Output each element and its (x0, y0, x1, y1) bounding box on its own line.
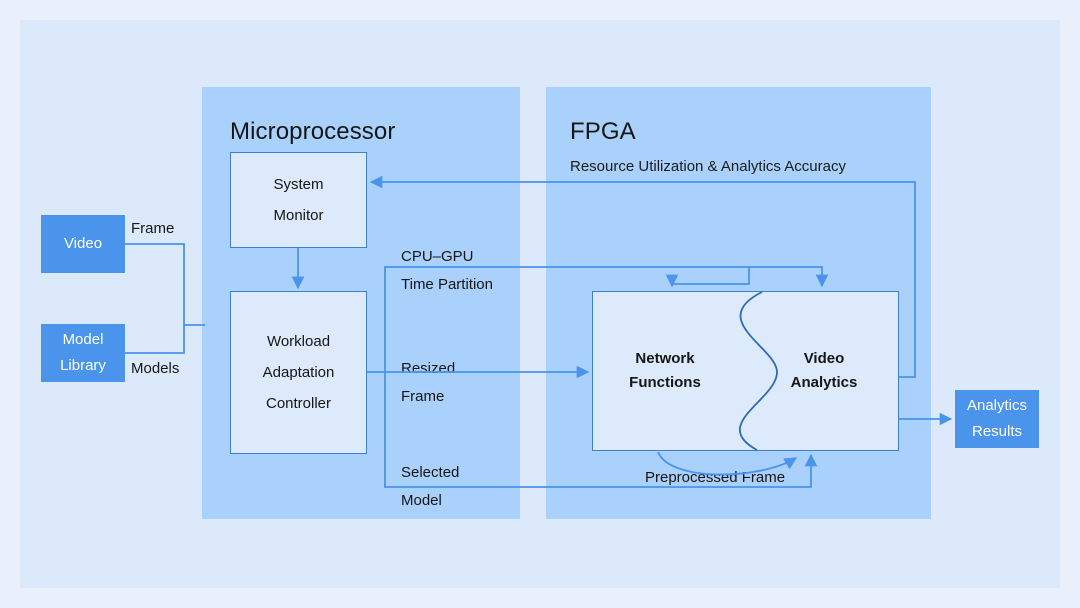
io-box-model-library[interactable]: Model Library (41, 324, 125, 382)
edge-label-selected-line1: Selected (401, 464, 460, 481)
box-video-analytics-line1: Video (803, 350, 845, 367)
box-network-functions-line2: Functions (629, 374, 701, 391)
diagram-root: Microprocessor FPGA Resource Utilization… (0, 0, 1080, 608)
box-system-monitor-line1: System (273, 176, 324, 193)
box-workload-adaptation-controller[interactable]: Workload Adaptation Controller (230, 291, 367, 454)
box-network-functions[interactable]: Network Functions (605, 347, 725, 395)
io-box-model-library-line1: Model (62, 331, 104, 348)
box-video-analytics[interactable]: Video Analytics (764, 347, 884, 395)
edge-label-resized-line2: Frame (401, 388, 445, 405)
box-system-monitor-line2: Monitor (273, 207, 324, 224)
edge-label-cpu-gpu-time-partition: CPU–GPU Time Partition (401, 243, 493, 299)
io-box-analytics-results-line1: Analytics (966, 397, 1028, 414)
io-box-analytics-results[interactable]: Analytics Results (955, 390, 1039, 448)
io-box-analytics-results-line2: Results (971, 423, 1023, 440)
edge-label-selected-line2: Model (401, 492, 442, 509)
io-box-video[interactable]: Video (41, 215, 125, 273)
box-workload-line1: Workload (266, 333, 331, 350)
panel-subtitle-fpga: Resource Utilization & Analytics Accurac… (570, 158, 846, 175)
edge-label-frame: Frame (131, 220, 175, 237)
box-system-monitor[interactable]: System Monitor (230, 152, 367, 248)
edge-label-preprocessed-frame: Preprocessed Frame (645, 469, 786, 486)
panel-title-fpga: FPGA (570, 118, 636, 145)
edge-label-resized-frame: Resized Frame (401, 355, 455, 411)
diagram-canvas (20, 20, 1060, 588)
panel-title-microprocessor: Microprocessor (230, 118, 396, 145)
edge-label-selected-model: Selected Model (401, 459, 459, 515)
edge-label-resized-line1: Resized (401, 360, 456, 377)
box-network-functions-line1: Network (635, 350, 695, 367)
box-workload-line2: Adaptation (262, 364, 335, 381)
io-box-video-label: Video (63, 235, 103, 252)
io-box-model-library-line2: Library (60, 357, 106, 374)
box-video-analytics-line2: Analytics (790, 374, 858, 391)
edge-label-models: Models (131, 360, 180, 377)
edge-label-cpu-gpu-line2: Time Partition (401, 276, 493, 293)
edge-label-cpu-gpu-line1: CPU–GPU (401, 248, 474, 265)
box-fpga-processing[interactable]: Network Functions Video Analytics (592, 291, 899, 451)
box-workload-line3: Controller (265, 395, 332, 412)
